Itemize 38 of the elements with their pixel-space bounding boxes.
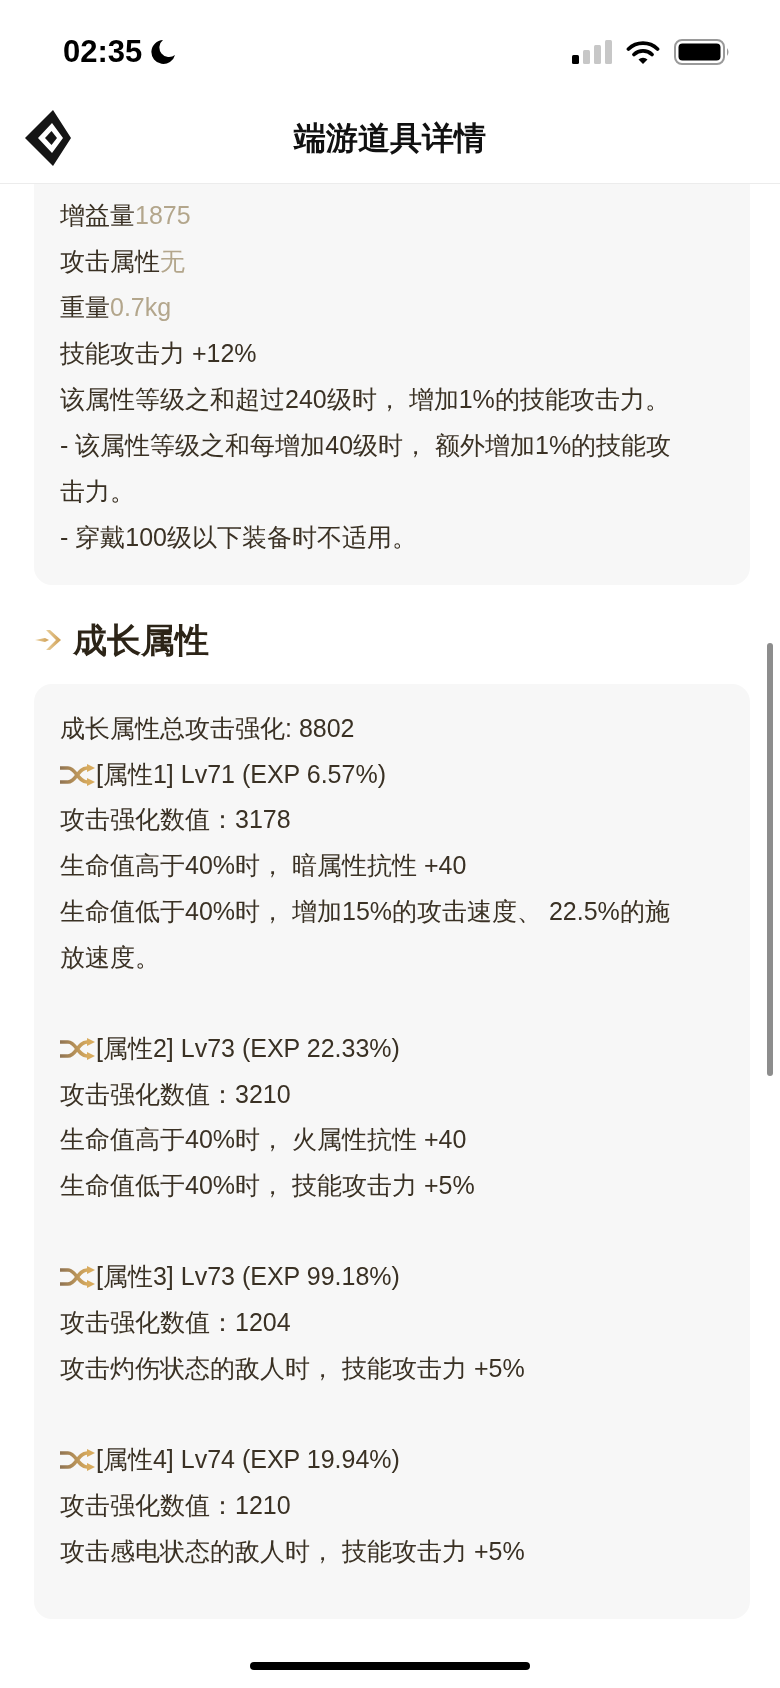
logo-icon	[25, 109, 71, 166]
shuffle-icon	[60, 1037, 96, 1060]
moon-icon	[150, 39, 177, 65]
option-text: 攻击感电状态的敌人时， 技能攻击力 +5%	[60, 1535, 526, 1567]
option-text: 生命值低于40%时， 增加15%的攻击速度、 22.5%的施放速度。	[60, 895, 671, 973]
signal-icon	[572, 40, 612, 64]
page-title: 端游道具详情	[294, 118, 486, 158]
option-text: 攻击强化数值：1204	[60, 1307, 292, 1339]
option-text: 攻击强化数值：1210	[60, 1489, 292, 1521]
stat-label: 攻击属性	[60, 247, 160, 275]
option-title: [属性4] Lv74 (EXP 19.94%)	[96, 1444, 400, 1476]
stat-label: 增益量	[60, 201, 135, 229]
stat-label: 重量	[60, 293, 110, 321]
arrow-icon	[35, 628, 63, 652]
stat-text: 该属性等级之和超过240级时， 增加1%的技能攻击力。	[60, 384, 671, 415]
stat-text: - 该属性等级之和每增加40级时， 额外增加1%的技能攻击力。	[60, 430, 672, 507]
option-text: 攻击强化数值：3178	[60, 804, 292, 836]
stat-value: 无	[160, 247, 185, 275]
option-text: 生命值低于40%时， 技能攻击力 +5%	[60, 1170, 476, 1201]
wifi-icon	[626, 39, 660, 65]
stat-value: 0.7kg	[110, 293, 172, 321]
growth-total: 成长属性总攻击强化: 8802	[60, 713, 356, 744]
option-text: 生命值高于40%时， 暗属性抗性 +40	[60, 850, 468, 882]
option-title: [属性2] Lv73 (EXP 22.33%)	[96, 1032, 400, 1064]
stat-value: 1875	[135, 201, 191, 229]
option-title: [属性1] Lv71 (EXP 6.57%)	[96, 758, 386, 790]
shuffle-icon	[60, 763, 96, 786]
option-text: 攻击强化数值：3210	[60, 1078, 292, 1110]
battery-icon	[674, 39, 730, 65]
shuffle-icon	[60, 1449, 96, 1471]
option-text: 攻击灼伤状态的敌人时， 技能攻击力 +5%	[60, 1352, 526, 1384]
stat-text: 技能攻击力 +12%	[60, 338, 258, 369]
option-title: [属性3] Lv73 (EXP 99.18%)	[96, 1261, 400, 1293]
clock-time: 02:35	[63, 33, 143, 71]
option-text: 生命值高于40%时， 火属性抗性 +40	[60, 1124, 468, 1156]
stat-text: - 穿戴100级以下装备时不适用。	[60, 522, 418, 553]
section-title: 成长属性	[73, 620, 209, 661]
shuffle-icon	[60, 1266, 96, 1289]
